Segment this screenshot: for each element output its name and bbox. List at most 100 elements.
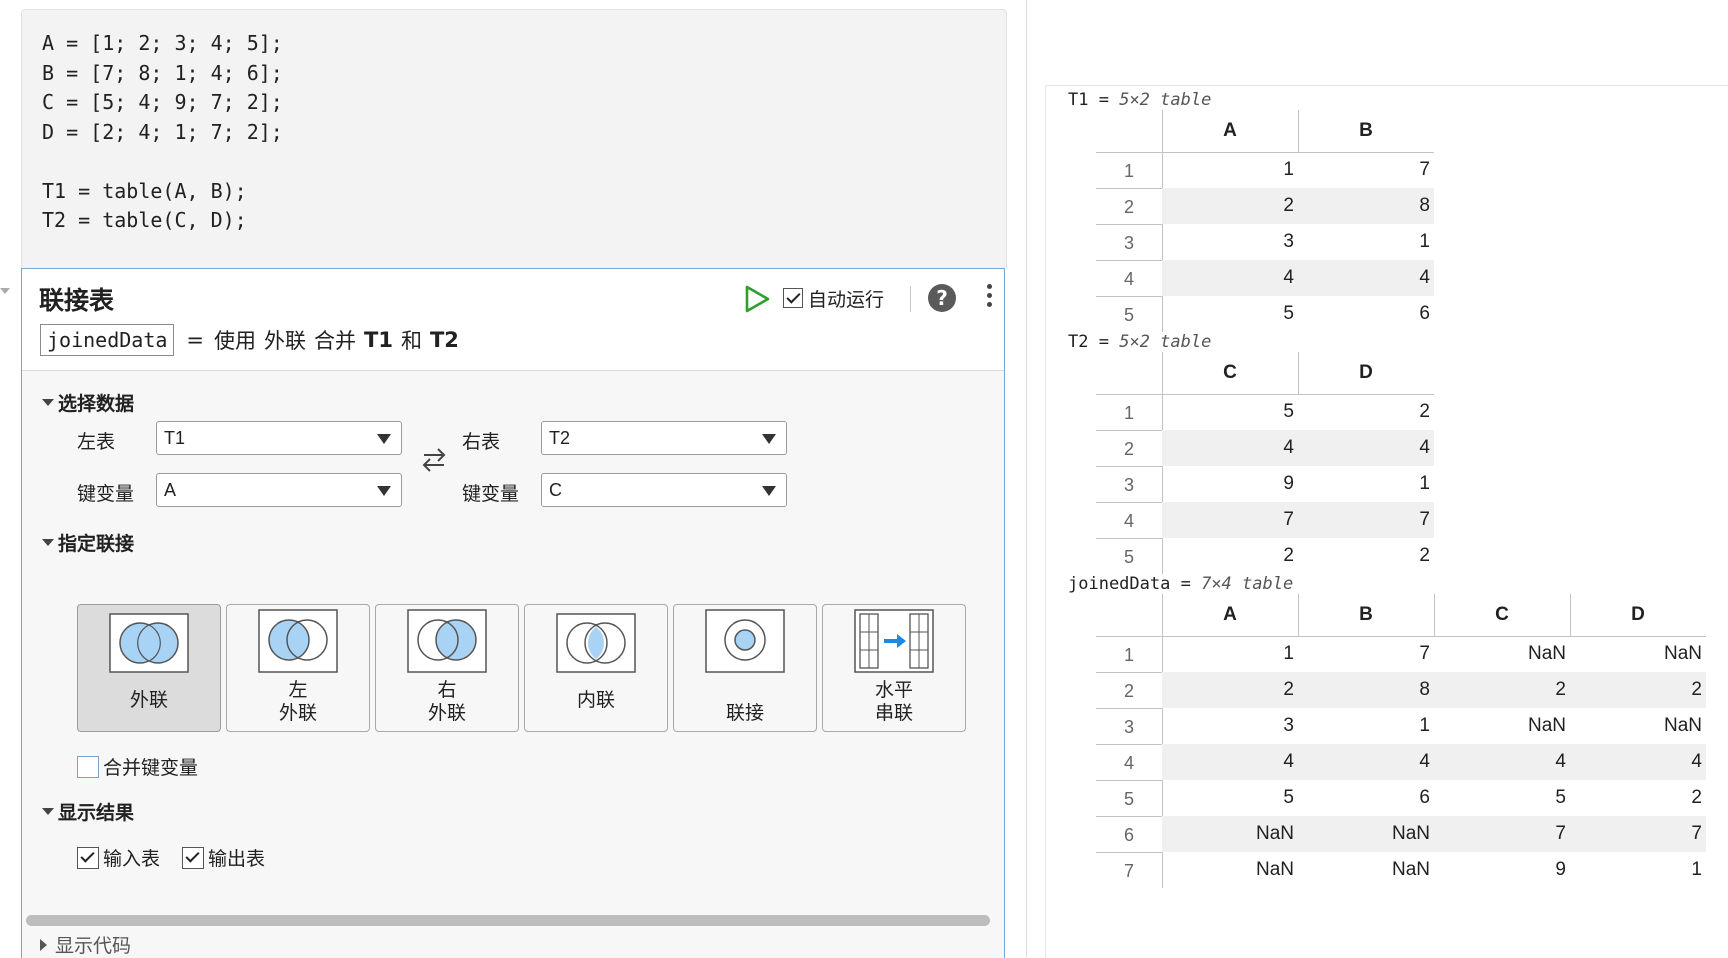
merge-keys-checkbox[interactable] — [77, 755, 99, 778]
row-index: 3 — [1096, 708, 1162, 744]
left-key-dropdown[interactable]: A — [156, 473, 402, 507]
table-cell: 6 — [1419, 787, 1430, 808]
table-row[interactable]: 5 5 6 5 2 — [1096, 780, 1706, 816]
pane-divider[interactable] — [1026, 0, 1027, 957]
chevron-down-icon — [377, 434, 391, 444]
table-row[interactable]: 4 7 7 — [1096, 502, 1434, 538]
table-row[interactable]: 4 4 4 4 4 — [1096, 744, 1706, 780]
table-row[interactable]: 3 3 1 NaN NaN — [1096, 708, 1706, 744]
column-header[interactable]: C — [1162, 352, 1298, 395]
summary-equals: = — [186, 328, 205, 352]
table-T2[interactable]: CD152244391477522 — [1096, 352, 1434, 574]
input-tables-label: 输入表 — [103, 848, 161, 870]
left-outer-join-icon — [258, 609, 338, 673]
output-table-checkbox[interactable] — [182, 846, 205, 869]
table-joinedData[interactable]: A B C D 1 1 7 NaN NaN 2 2 8 2 2 3 3 1 NaN NaN 4 4 4 4 4 5 5 6 5 2 6 Na… — [1096, 594, 1706, 888]
section-display-results[interactable]: 显示结果 — [42, 798, 134, 825]
column-header-divider — [1434, 594, 1435, 636]
join-option-inner[interactable]: 内联 — [524, 604, 668, 732]
column-header[interactable]: A — [1162, 594, 1298, 637]
table-row[interactable]: 2 2 8 — [1096, 188, 1434, 224]
table-caption: T1 = 5×2 table — [1068, 90, 1211, 110]
table-row[interactable]: 4 4 4 — [1096, 260, 1434, 296]
table-cell: 4 — [1419, 437, 1430, 458]
row-index: 4 — [1096, 502, 1162, 538]
merge-keys-option[interactable]: 合并键变量 — [77, 753, 198, 780]
table-T1[interactable]: AB117228331444556 — [1096, 110, 1434, 332]
code-editor[interactable]: A = [1; 2; 3; 4; 5]; B = [7; 8; 1; 4; 6];… — [42, 29, 283, 236]
run-icon[interactable] — [742, 283, 772, 315]
table-cell: 2 — [1283, 195, 1294, 216]
column-header[interactable]: B — [1298, 110, 1434, 153]
table-row[interactable]: 6 NaN NaN 7 7 — [1096, 816, 1706, 852]
swap-tables-icon[interactable] — [420, 445, 448, 475]
table-cell: 2 — [1691, 787, 1702, 808]
table-row[interactable]: 1 1 7 NaN NaN — [1096, 636, 1706, 672]
join-option-join[interactable]: 联接 — [673, 604, 817, 732]
table-row[interactable]: 3 3 1 — [1096, 224, 1434, 260]
table-caption: T2 = 5×2 table — [1068, 332, 1211, 352]
table-size: 5×2 table — [1119, 90, 1212, 110]
table-row[interactable]: 1 5 2 — [1096, 394, 1434, 430]
summary-join-type: 外联 — [264, 329, 307, 353]
section-select-data[interactable]: 选择数据 — [42, 389, 134, 416]
autorun-checkbox[interactable] — [783, 288, 803, 308]
join-option-left-outer[interactable]: 左 外联 — [226, 604, 370, 732]
join-option-horizontal-concat-line2: 串联 — [874, 702, 913, 724]
table-row[interactable]: 5 5 6 — [1096, 296, 1434, 332]
join-option-outer-label: 外联 — [129, 689, 168, 711]
expand-arrow-icon — [40, 938, 47, 951]
summary-right-table: T2 — [429, 328, 459, 352]
task-header: 联接表 自动运行 ? joinedData = 使用 外联 合并 T1 和 T2 — [22, 269, 1004, 371]
join-option-right-outer[interactable]: 右 外联 — [375, 604, 519, 732]
autorun-label: 自动运行 — [808, 288, 885, 311]
code-cell[interactable]: A = [1; 2; 3; 4; 5]; B = [7; 8; 1; 4; 6];… — [21, 9, 1007, 268]
column-header[interactable]: D — [1570, 594, 1706, 637]
section-display-results-label: 显示结果 — [58, 802, 135, 824]
section-specify-join-label: 指定联接 — [58, 533, 135, 555]
table-row[interactable]: 2 2 8 2 2 — [1096, 672, 1706, 708]
column-header[interactable]: A — [1162, 110, 1298, 153]
table-cell: 8 — [1419, 195, 1430, 216]
table-row[interactable]: 1 1 7 — [1096, 152, 1434, 188]
table-size: 5×2 table — [1119, 332, 1212, 352]
left-table-dropdown[interactable]: T1 — [156, 421, 402, 455]
chevron-down-icon — [762, 486, 776, 496]
horizontal-scrollbar[interactable] — [26, 915, 990, 926]
table-size: 7×4 table — [1201, 574, 1294, 594]
section-specify-join[interactable]: 指定联接 — [42, 529, 134, 556]
table-cell: 5 — [1555, 787, 1566, 808]
row-index: 5 — [1096, 780, 1162, 816]
row-index: 7 — [1096, 852, 1162, 888]
table-row[interactable]: 2 4 4 — [1096, 430, 1434, 466]
toolbar-divider — [910, 286, 911, 312]
show-code-toggle[interactable]: 显示代码 — [40, 931, 131, 958]
right-table-dropdown[interactable]: T2 — [541, 421, 787, 455]
input-tables-checkbox[interactable] — [77, 846, 99, 869]
task-title: 联接表 — [39, 286, 115, 315]
help-icon[interactable]: ? — [928, 284, 956, 312]
table-caption-equals: = — [1170, 574, 1202, 594]
output-variable-field[interactable]: joinedData — [40, 324, 175, 356]
join-option-outer[interactable]: 外联 — [77, 604, 221, 732]
summary-prefix: 使用 — [214, 329, 257, 353]
autorun-toggle[interactable]: 自动运行 — [783, 283, 884, 313]
table-row[interactable]: 3 9 1 — [1096, 466, 1434, 502]
row-index: 6 — [1096, 816, 1162, 852]
table-cell: 2 — [1283, 545, 1294, 566]
column-header[interactable]: C — [1434, 594, 1570, 637]
table-row[interactable]: 5 2 2 — [1096, 538, 1434, 574]
table-cell: 4 — [1283, 751, 1294, 772]
table-row[interactable]: 7 NaN NaN 9 1 — [1096, 852, 1706, 888]
column-header[interactable]: B — [1298, 594, 1434, 637]
display-options: 输入表 输出表 — [77, 844, 265, 871]
table-cell: 7 — [1419, 159, 1430, 180]
join-option-horizontal-concat[interactable]: 水平 串联 — [822, 604, 966, 732]
more-options-icon[interactable] — [982, 281, 996, 315]
collapse-arrow-icon[interactable] — [0, 288, 10, 294]
row-index: 2 — [1096, 672, 1162, 708]
column-header[interactable]: D — [1298, 352, 1434, 395]
table-cell: 1 — [1283, 643, 1294, 664]
table-variable-name: T1 — [1068, 90, 1089, 110]
right-key-dropdown[interactable]: C — [541, 473, 787, 507]
